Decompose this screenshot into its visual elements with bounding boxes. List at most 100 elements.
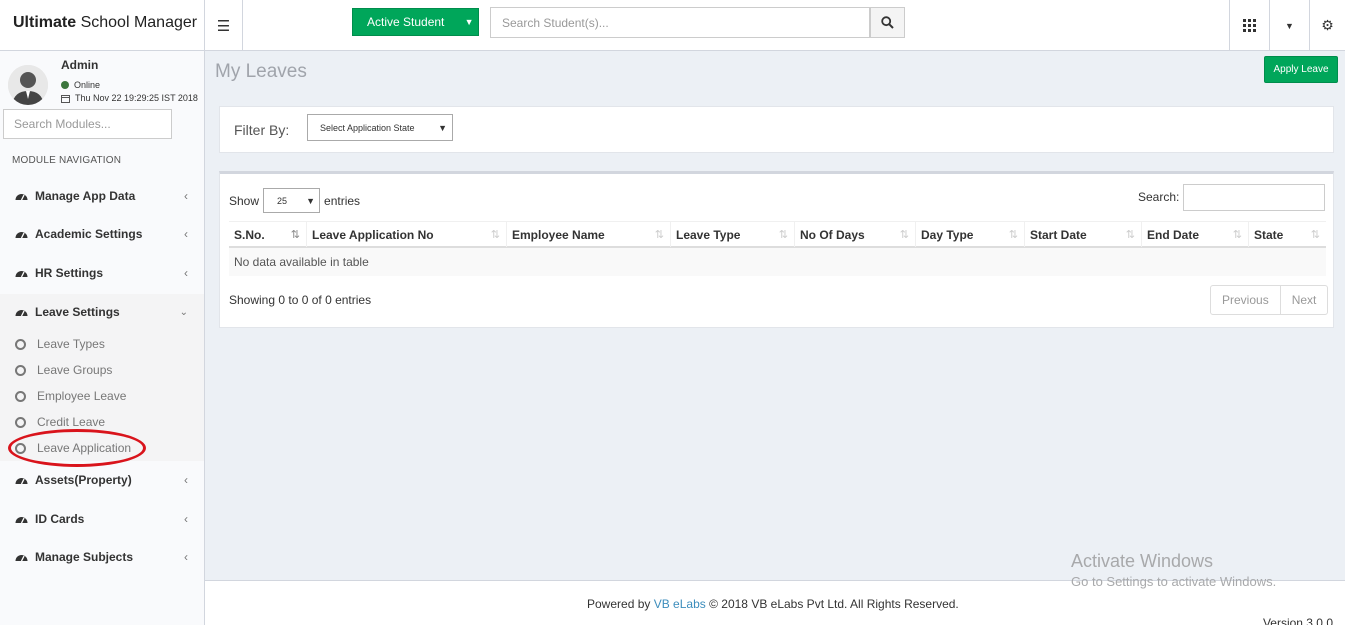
sub-item-leave-types[interactable]: Leave Types <box>0 332 204 356</box>
nav-item-label: Assets(Property) <box>35 473 132 487</box>
column-header[interactable]: Employee Name ⇅ <box>507 222 671 247</box>
active-student-label: Active Student <box>367 15 445 29</box>
column-header[interactable]: Leave Application No ⇅ <box>307 222 507 247</box>
online-dot-icon <box>61 81 69 89</box>
leaves-table-panel: Show 25 ▼ entries Search: S.No. ⇅ Leave A… <box>219 171 1334 328</box>
sidebar: Admin Online Thu Nov 22 19:29:25 IST 201… <box>0 51 205 625</box>
nav-header: MODULE NAVIGATION <box>12 155 122 166</box>
pagination: Previous Next <box>1210 285 1329 315</box>
application-state-select[interactable]: Select Application State ▼ <box>307 114 453 141</box>
watermark-title: Activate Windows <box>1071 551 1214 571</box>
column-label: State <box>1254 227 1284 242</box>
sub-item-leave-groups[interactable]: Leave Groups <box>0 358 204 382</box>
apply-leave-button[interactable]: Apply Leave <box>1264 56 1338 83</box>
sort-icon: ⇅ <box>1008 229 1018 241</box>
nav-item-assets[interactable]: Assets(Property) ‹ <box>0 462 204 498</box>
sort-icon: ⇅ <box>778 229 788 241</box>
dashboard-icon <box>15 229 29 239</box>
column-header[interactable]: Day Type ⇅ <box>916 222 1025 247</box>
watermark-subtitle: Go to Settings to activate Windows. <box>1071 574 1277 589</box>
filter-panel: Filter By: Select Application State ▼ <box>219 106 1334 153</box>
chevron-left-icon: ‹ <box>184 473 188 487</box>
sort-icon: ⇅ <box>899 229 909 241</box>
column-label: Start Date <box>1030 227 1087 242</box>
show-label: Show <box>229 193 260 208</box>
sort-asc-icon: ⇅ <box>290 229 300 241</box>
chevron-left-icon: ‹ <box>184 266 188 280</box>
online-status: Online <box>61 80 100 90</box>
table-search-label: Search: <box>1138 190 1180 204</box>
entries-select[interactable]: 25 ▼ <box>263 188 321 213</box>
sub-item-label: Credit Leave <box>37 415 106 429</box>
column-label: S.No. <box>234 227 265 242</box>
nav-item-manage-app-data[interactable]: Manage App Data ‹ <box>0 178 204 214</box>
dashboard-icon <box>15 475 29 485</box>
column-label: End Date <box>1147 227 1200 242</box>
nav-item-label: HR Settings <box>35 266 104 280</box>
user-menu-caret-icon[interactable]: ▼ <box>1269 0 1309 51</box>
top-header: Ultimate School Manager ☰ Active Student… <box>0 0 1345 51</box>
dashboard-icon <box>15 268 29 278</box>
table-info: Showing 0 to 0 of 0 entries <box>229 293 372 307</box>
column-header[interactable]: End Date ⇅ <box>1142 222 1249 247</box>
column-label: Day Type <box>921 227 974 242</box>
sort-icon: ⇅ <box>1232 229 1242 241</box>
circle-icon <box>15 364 26 376</box>
footer-text: Powered by VB eLabs © 2018 VB eLabs Pvt … <box>587 597 959 611</box>
column-label: Leave Type <box>676 227 741 242</box>
caret-down-icon: ▼ <box>306 195 316 206</box>
empty-table-row: No data available in table <box>229 248 1326 276</box>
column-header[interactable]: No Of Days ⇅ <box>795 222 916 247</box>
circle-icon <box>15 390 26 402</box>
entries-value: 25 <box>277 195 288 206</box>
previous-button[interactable]: Previous <box>1211 286 1280 314</box>
table-header: S.No. ⇅ Leave Application No ⇅ Employee Na… <box>229 221 1326 248</box>
nav-item-id-cards[interactable]: ID Cards ‹ <box>0 501 204 537</box>
filter-select-value: Select Application State <box>320 122 415 133</box>
apps-grid-icon[interactable] <box>1229 0 1269 51</box>
version-text: Version 3.0.0 <box>1262 616 1333 625</box>
column-header[interactable]: Leave Type ⇅ <box>671 222 795 247</box>
menu-toggle-icon[interactable]: ☰ <box>205 0 243 51</box>
logo-rest: School Manager <box>76 14 198 31</box>
grid-icon <box>1243 19 1256 32</box>
column-label: Leave Application No <box>312 227 434 242</box>
sub-item-employee-leave[interactable]: Employee Leave <box>0 384 204 408</box>
nav-item-label: Academic Settings <box>35 227 143 241</box>
user-avatar-icon <box>8 65 48 105</box>
company-link[interactable]: VB eLabs <box>654 597 706 611</box>
chevron-left-icon: ‹ <box>184 189 188 203</box>
column-label: Employee Name <box>512 227 605 242</box>
column-header[interactable]: S.No. ⇅ <box>229 222 307 247</box>
nav-item-leave-settings[interactable]: Leave Settings ⌄ <box>0 294 204 330</box>
online-label: Online <box>74 80 101 90</box>
sort-icon: ⇅ <box>490 229 500 241</box>
search-icon <box>881 16 894 29</box>
dashboard-icon <box>15 514 29 524</box>
login-datetime: Thu Nov 22 19:29:25 IST 2018 <box>61 93 198 103</box>
column-header[interactable]: State ⇅ <box>1249 222 1326 247</box>
nav-item-academic-settings[interactable]: Academic Settings ‹ <box>0 216 204 252</box>
student-search-input[interactable]: Search Student(s)... <box>490 7 870 38</box>
caret-down-icon: ▼ <box>438 122 447 133</box>
sort-icon: ⇅ <box>1125 229 1135 241</box>
dashboard-icon <box>15 307 29 317</box>
next-button[interactable]: Next <box>1279 286 1328 314</box>
entries-label: entries <box>324 193 361 208</box>
app-logo[interactable]: Ultimate School Manager <box>0 0 205 51</box>
settings-gears-icon[interactable]: ⚙ <box>1309 0 1345 51</box>
column-header[interactable]: Start Date ⇅ <box>1025 222 1142 247</box>
dashboard-icon <box>15 552 29 562</box>
chevron-left-icon: ‹ <box>184 550 188 564</box>
table-search-input[interactable] <box>1183 184 1325 211</box>
length-control: Show 25 ▼ entries <box>229 188 360 213</box>
sort-icon: ⇅ <box>654 229 664 241</box>
powered-by-label: Powered by <box>587 597 651 611</box>
page-title: My Leaves <box>215 61 307 82</box>
nav-item-manage-subjects[interactable]: Manage Subjects ‹ <box>0 539 204 575</box>
nav-item-hr-settings[interactable]: HR Settings ‹ <box>0 255 204 291</box>
module-search-input[interactable]: Search Modules... <box>3 109 172 139</box>
circle-icon <box>15 338 26 350</box>
search-button[interactable] <box>870 7 905 38</box>
active-student-dropdown[interactable]: Active Student ▼ <box>352 8 479 36</box>
